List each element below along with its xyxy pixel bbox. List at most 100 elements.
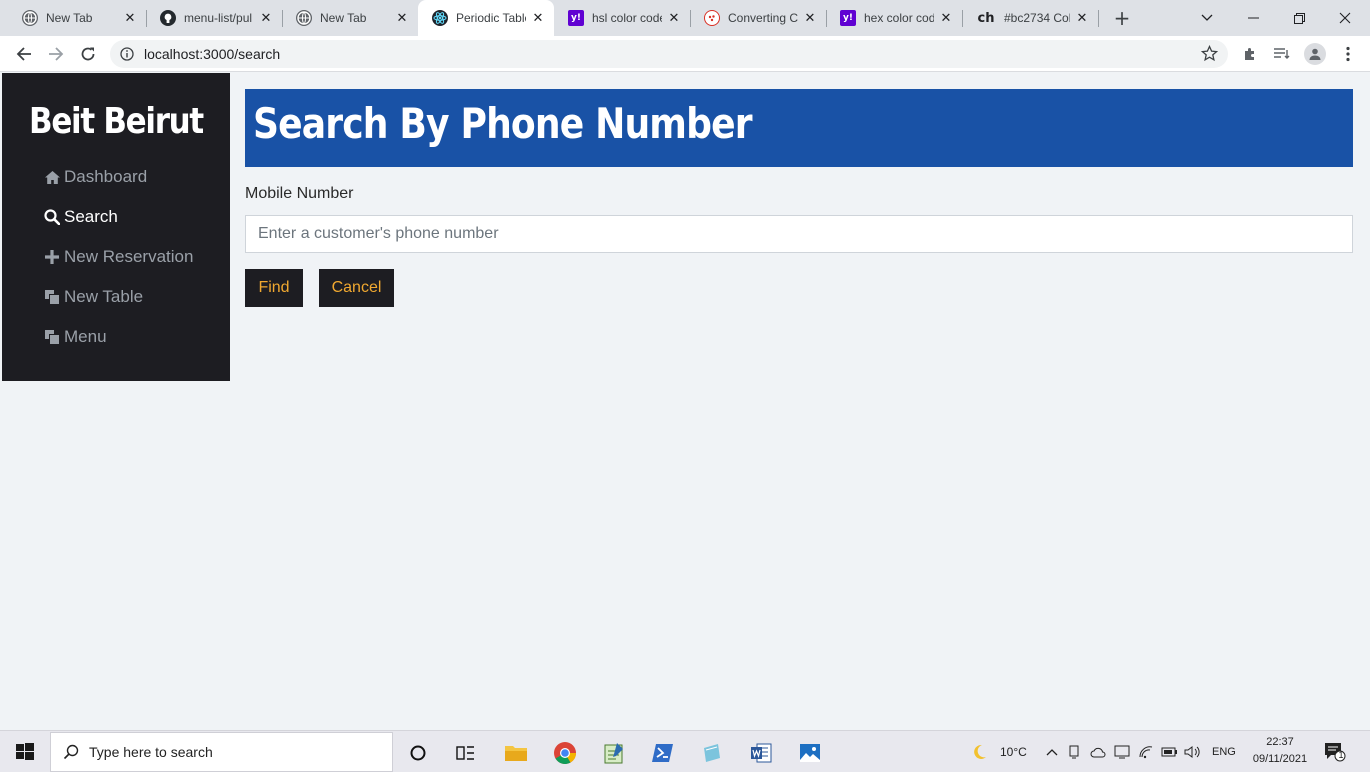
browser-tab[interactable]: ch #bc2734 Colo ✕ [962, 0, 1098, 36]
browser-tab[interactable]: y! hsl color code ✕ [554, 0, 690, 36]
cortana-circle-icon [410, 745, 426, 761]
sidebar-item-label: New Reservation [64, 247, 194, 266]
sidebar: Beit Beirut Dashboard Search New Reserva… [2, 73, 230, 381]
globe-icon [296, 10, 312, 26]
chevron-up-icon[interactable] [1046, 748, 1058, 756]
plus-icon [42, 248, 62, 266]
extensions-icon[interactable] [1240, 44, 1260, 64]
clock-time: 22:37 [1266, 736, 1294, 748]
word-icon [751, 743, 772, 763]
powershell-icon [652, 744, 673, 762]
sidebar-item-label: Menu [64, 327, 107, 346]
browser-tab[interactable]: New Tab ✕ [282, 0, 418, 36]
chrome-icon [554, 742, 576, 764]
browser-tab-strip: New Tab ✕ menu-list/pul ✕ New Tab ✕ Peri… [0, 0, 1370, 36]
phone-number-input[interactable] [245, 215, 1353, 253]
close-tab-icon[interactable]: ✕ [258, 11, 274, 26]
reload-button[interactable] [76, 42, 100, 66]
search-icon [63, 744, 79, 760]
close-tab-icon[interactable]: ✕ [1074, 11, 1090, 26]
address-text[interactable]: localhost:3000/search [144, 46, 280, 62]
weather-temperature: 10°C [1000, 745, 1027, 759]
chevron-down-icon [1201, 14, 1213, 21]
page-header: Search By Phone Number [245, 89, 1353, 167]
task-view-button[interactable] [446, 735, 486, 771]
powershell-app[interactable] [643, 735, 683, 771]
profile-avatar[interactable] [1304, 43, 1326, 65]
yahoo-icon: y! [840, 10, 856, 26]
info-icon[interactable] [120, 47, 134, 61]
taskbar-search-box[interactable]: Type here to search [50, 732, 393, 772]
browser-menu-icon[interactable] [1338, 44, 1358, 64]
copy-icon [42, 288, 62, 306]
palette-icon [704, 10, 720, 26]
mobile-number-label: Mobile Number [245, 185, 354, 202]
close-tab-icon[interactable]: ✕ [802, 11, 818, 26]
onedrive-cloud-icon[interactable] [1090, 746, 1106, 758]
input-language[interactable]: ENG [1212, 746, 1236, 758]
taskbar-clock[interactable]: 22:37 09/11/2021 [1246, 734, 1314, 768]
cancel-button[interactable]: Cancel [319, 269, 394, 307]
browser-tab[interactable]: menu-list/pul ✕ [146, 0, 282, 36]
new-tab-button[interactable]: + [1110, 6, 1134, 30]
wifi-icon[interactable] [1138, 745, 1154, 759]
close-tab-icon[interactable]: ✕ [530, 11, 546, 26]
reading-list-icon[interactable] [1272, 44, 1292, 64]
yahoo-icon: y! [568, 10, 584, 26]
battery-icon[interactable] [1160, 746, 1178, 758]
close-tab-icon[interactable]: ✕ [394, 11, 410, 26]
browser-tab[interactable]: Converting Co ✕ [690, 0, 826, 36]
system-tray-icons: ENG [1046, 731, 1236, 772]
windows-taskbar: Type here to search 10°C ENG 22:37 09/11… [0, 730, 1370, 772]
browser-tab[interactable]: New Tab ✕ [8, 0, 146, 36]
cortana-button[interactable] [398, 735, 438, 771]
task-view-icon [456, 746, 474, 760]
find-button[interactable]: Find [245, 269, 303, 307]
moon-icon [974, 744, 986, 759]
chrome-app[interactable] [545, 735, 585, 771]
minimize-button[interactable] [1230, 0, 1276, 36]
sidebar-item-search[interactable]: Search [42, 205, 118, 229]
notepad-app[interactable] [594, 735, 634, 771]
volume-icon[interactable] [1184, 745, 1202, 759]
notification-count: 1 [1338, 750, 1344, 760]
arrow-left-icon [16, 47, 31, 61]
tab-search-button[interactable] [1184, 0, 1230, 36]
network-monitor-icon[interactable] [1114, 745, 1130, 759]
forward-button[interactable] [44, 42, 68, 66]
github-icon [160, 10, 176, 26]
search-icon [42, 208, 62, 226]
windows-start-button[interactable] [14, 741, 36, 763]
word-app[interactable] [741, 735, 781, 771]
close-tab-icon[interactable]: ✕ [938, 11, 954, 26]
page-title: Search By Phone Number [253, 99, 753, 148]
restore-button[interactable] [1276, 0, 1322, 36]
sidebar-item-menu[interactable]: Menu [42, 325, 107, 349]
address-bar[interactable]: localhost:3000/search [110, 40, 1228, 68]
sidebar-item-dashboard[interactable]: Dashboard [42, 165, 147, 189]
copy-icon [42, 328, 62, 346]
sidebar-item-new-reservation[interactable]: New Reservation [42, 245, 193, 269]
sticky-app[interactable] [692, 735, 732, 771]
close-tab-icon[interactable]: ✕ [122, 11, 138, 26]
brand-title[interactable]: Beit Beirut [18, 101, 214, 142]
close-window-button[interactable] [1322, 0, 1368, 36]
ch-icon: ch [977, 10, 995, 26]
browser-tab[interactable]: y! hex color cod ✕ [826, 0, 962, 36]
file-explorer-app[interactable] [496, 735, 536, 771]
notifications-button[interactable]: 1 [1324, 731, 1346, 772]
photos-app[interactable] [790, 735, 830, 771]
bookmark-star-icon[interactable] [1201, 45, 1218, 62]
taskbar-search-placeholder: Type here to search [89, 744, 213, 760]
clock-date: 09/11/2021 [1252, 753, 1308, 765]
person-icon [1309, 48, 1321, 60]
sidebar-item-new-table[interactable]: New Table [42, 285, 143, 309]
weather-widget[interactable]: 10°C [970, 731, 1027, 772]
app-icon [704, 744, 720, 762]
meet-now-icon[interactable] [1068, 745, 1080, 759]
close-tab-icon[interactable]: ✕ [666, 11, 682, 26]
browser-toolbar: localhost:3000/search [0, 36, 1370, 72]
back-button[interactable] [12, 42, 36, 66]
browser-tab-active[interactable]: Periodic Table ✕ [418, 0, 554, 36]
globe-icon [22, 10, 38, 26]
